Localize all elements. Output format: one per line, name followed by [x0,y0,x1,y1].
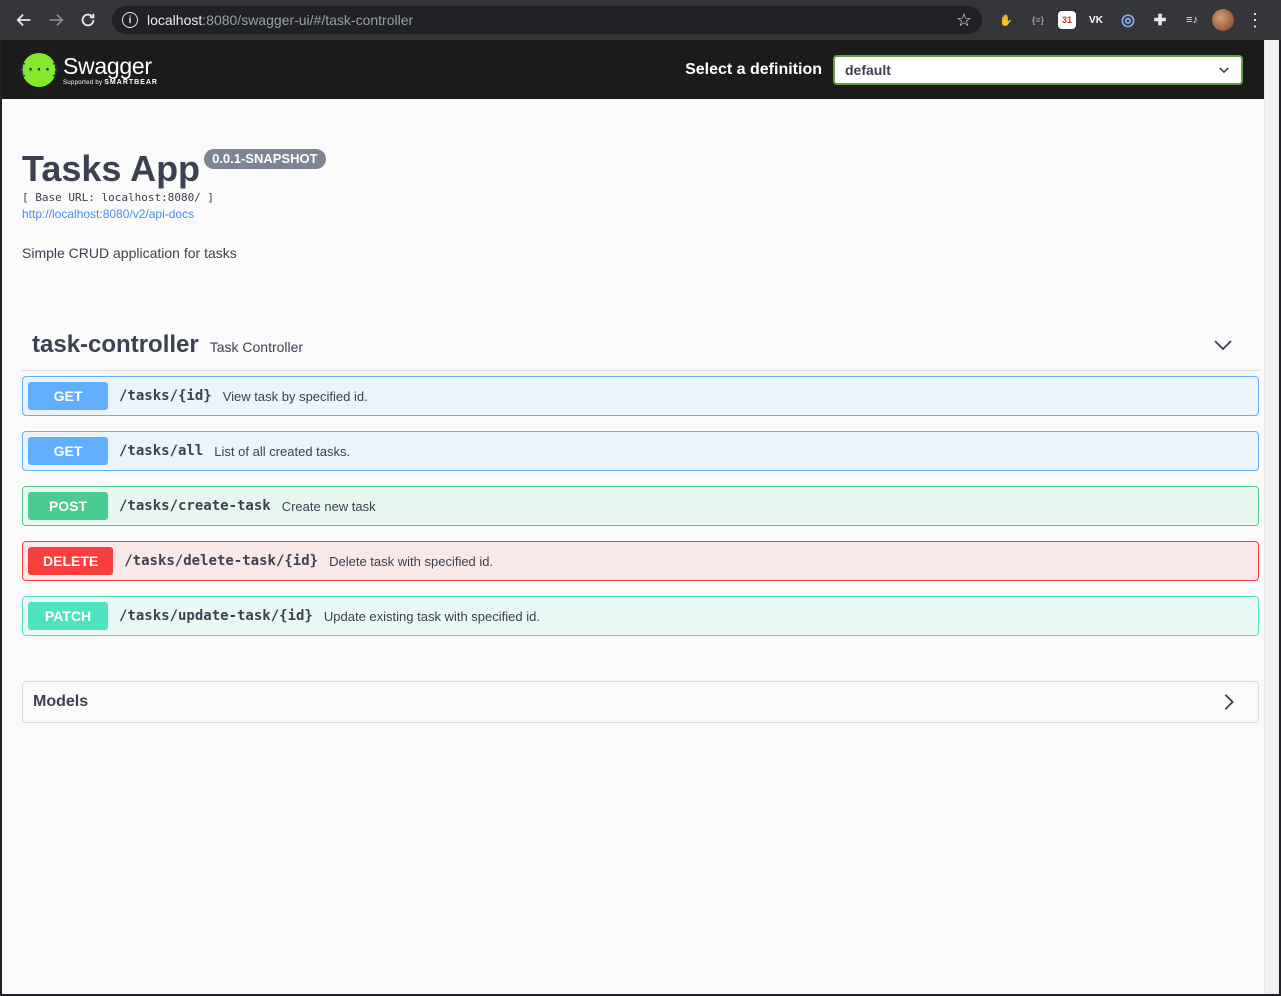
api-title: Tasks App [22,148,201,189]
profile-avatar[interactable] [1212,9,1234,31]
json-braces-icon[interactable]: {≡} [1026,8,1050,32]
operation-path: /tasks/delete-task/{id} [124,553,319,569]
tag-description: Task Controller [209,338,304,355]
swagger-logo-icon: {···} [18,52,60,87]
base-url: [ Base URL: localhost:8080/ ] [22,191,215,204]
operation-post-create-task[interactable]: POST /tasks/create-task Create new task [22,486,1259,526]
extensions-tray: ✋ {≡} 31 VK ◎ ✚ ≡♪ ⋮ [994,8,1264,32]
chevron-right-icon[interactable] [1220,693,1238,711]
operation-path: /tasks/{id} [119,388,212,404]
definition-label: Select a definition [685,60,822,78]
swagger-logo-subtitle: Supported by SMARTBEAR [63,79,158,86]
title-row: Tasks App 0.0.1-SNAPSHOT [22,149,1259,189]
swagger-logo-text: Swagger Supported by SMARTBEAR [63,54,158,86]
url-host: localhost [147,12,203,28]
method-badge: GET [28,437,108,465]
hand-stop-icon[interactable]: ✋ [994,8,1018,32]
supported-by-text: Supported by [63,79,103,86]
smartbear-text: SMARTBEAR [104,78,158,86]
operation-summary: List of all created tasks. [214,443,351,459]
forward-button[interactable] [40,4,72,36]
arrow-right-icon [49,13,64,27]
page-viewport: {···} Swagger Supported by SMARTBEAR Sel… [2,40,1279,994]
version-badge: 0.0.1-SNAPSHOT [204,149,326,169]
puzzle-icon[interactable]: ✚ [1148,8,1172,32]
bookmark-star-icon[interactable]: ☆ [956,10,972,31]
address-bar[interactable]: i localhost:8080/swagger-ui/#/task-contr… [112,6,982,34]
operation-get-task-by-id[interactable]: GET /tasks/{id} View task by specified i… [22,376,1259,416]
operation-path: /tasks/create-task [119,498,271,514]
operation-summary: Update existing task with specified id. [323,608,540,624]
method-badge: POST [28,492,108,520]
operation-get-all-tasks[interactable]: GET /tasks/all List of all created tasks… [22,431,1259,471]
definition-value: default [845,61,891,78]
api-description: Simple CRUD application for tasks [22,245,237,261]
swagger-logo-title: Swagger [63,52,152,79]
method-badge: DELETE [28,547,114,575]
reload-button[interactable] [72,4,104,36]
definition-dropdown[interactable]: default [833,54,1243,85]
models-title: Models [33,693,89,710]
operations-list: GET /tasks/{id} View task by specified i… [22,376,1259,636]
api-info: Tasks App 0.0.1-SNAPSHOT [ Base URL: loc… [22,149,1259,261]
swagger-topbar: {···} Swagger Supported by SMARTBEAR Sel… [2,40,1279,99]
globe-icon[interactable]: ◎ [1116,8,1140,32]
method-badge: GET [28,382,108,410]
operation-path: /tasks/update-task/{id} [119,608,313,624]
calendar-icon[interactable]: 31 [1058,11,1076,29]
operation-summary: View task by specified id. [222,388,368,404]
swagger-logo[interactable]: {···} Swagger Supported by SMARTBEAR [18,52,158,87]
operation-path: /tasks/all [119,443,204,459]
reload-icon [81,13,95,27]
swagger-content: Tasks App 0.0.1-SNAPSHOT [ Base URL: loc… [2,149,1279,723]
url-path: :8080/swagger-ui/#/task-controller [202,12,414,28]
chevron-down-icon[interactable] [1213,335,1233,355]
tag-header-task-controller[interactable]: task-controller Task Controller [22,319,1259,371]
back-button[interactable] [8,4,40,36]
site-info-icon[interactable]: i [122,12,138,28]
url-text: localhost:8080/swagger-ui/#/task-control… [147,12,413,28]
definition-selector: Select a definition default [685,54,1243,85]
browser-toolbar: i localhost:8080/swagger-ui/#/task-contr… [0,0,1281,40]
arrow-left-icon [16,13,31,27]
models-section[interactable]: Models [22,681,1259,723]
tag-name: task-controller [32,330,199,358]
page-scrollbar[interactable] [1264,40,1279,994]
operation-summary: Delete task with specified id. [329,553,494,569]
chrome-menu-icon[interactable]: ⋮ [1246,11,1264,29]
vk-icon[interactable]: VK [1084,8,1108,32]
method-badge: PATCH [28,602,108,630]
playlist-icon[interactable]: ≡♪ [1180,8,1204,32]
operation-delete-task[interactable]: DELETE /tasks/delete-task/{id} Delete ta… [22,541,1259,581]
chevron-down-icon [1219,66,1229,73]
api-docs-link[interactable]: http://localhost:8080/v2/api-docs [22,207,194,221]
operation-patch-update-task[interactable]: PATCH /tasks/update-task/{id} Update exi… [22,596,1259,636]
operation-summary: Create new task [281,498,376,514]
